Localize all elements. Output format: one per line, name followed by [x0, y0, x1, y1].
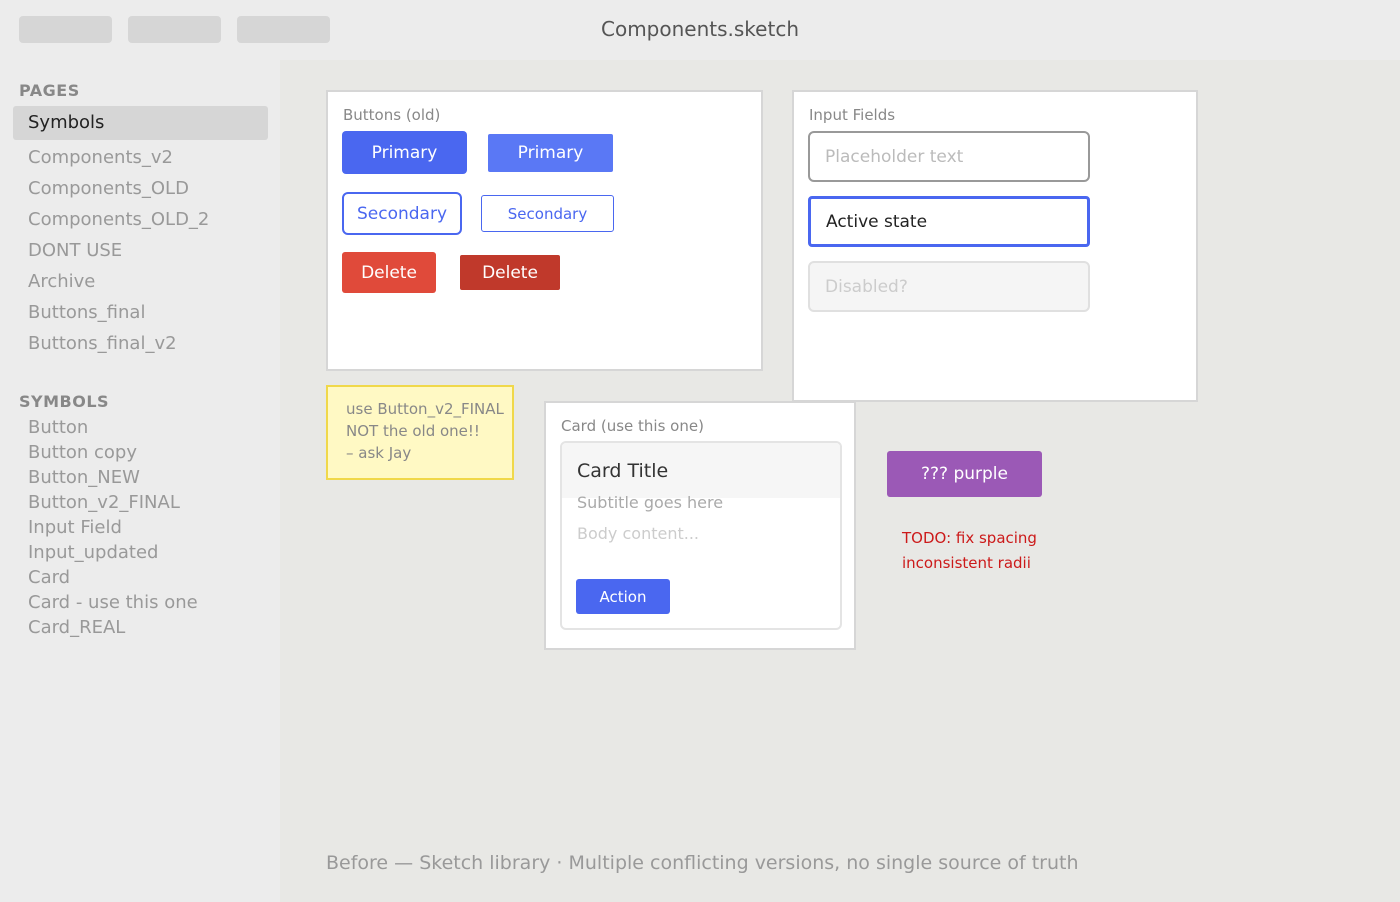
- sidebar-symbol-card[interactable]: Card: [28, 567, 70, 588]
- purple-button[interactable]: ??? purple: [887, 451, 1042, 497]
- artboard-input-fields[interactable]: Input Fields Placeholder text Active sta…: [792, 90, 1198, 402]
- active-input[interactable]: Active state: [808, 196, 1090, 247]
- sticky-note-line: NOT the old one!!: [346, 422, 480, 440]
- sidebar-symbol-card-use-this-one[interactable]: Card - use this one: [28, 592, 198, 613]
- artboard-card[interactable]: Card (use this one) Card Title Subtitle …: [544, 401, 856, 650]
- sidebar-symbol-button-copy[interactable]: Button copy: [28, 442, 137, 463]
- sticky-note-line: – ask Jay: [346, 444, 412, 462]
- sidebar-symbol-input-updated[interactable]: Input_updated: [28, 542, 158, 563]
- card-subtitle: Subtitle goes here: [577, 493, 724, 512]
- delete-button[interactable]: Delete: [342, 252, 436, 293]
- artboard-label: Buttons (old): [343, 106, 441, 124]
- window-title: Components.sketch: [601, 17, 799, 41]
- sidebar-symbol-button-new[interactable]: Button_NEW: [28, 467, 140, 488]
- sidebar-page-components-old-2[interactable]: Components_OLD_2: [28, 209, 209, 230]
- sidebar-symbol-button-v2-final[interactable]: Button_v2_FINAL: [28, 492, 180, 513]
- card: Card Title Subtitle goes here Body conte…: [560, 441, 842, 630]
- primary-button-variant[interactable]: Primary: [488, 134, 613, 172]
- sidebar-page-archive[interactable]: Archive: [28, 271, 95, 292]
- sticky-note-line: use Button_v2_FINAL: [346, 400, 504, 418]
- sidebar-page-buttons-final-v2[interactable]: Buttons_final_v2: [28, 333, 177, 354]
- title-bar: Components.sketch: [0, 0, 1400, 60]
- sidebar-symbol-button[interactable]: Button: [28, 417, 88, 438]
- secondary-button-variant[interactable]: Secondary: [481, 195, 614, 232]
- sidebar-page-dont-use[interactable]: DONT USE: [28, 240, 122, 261]
- symbols-heading: SYMBOLS: [19, 392, 110, 411]
- artboard-label: Card (use this one): [561, 417, 704, 435]
- sidebar-page-components-old[interactable]: Components_OLD: [28, 178, 189, 199]
- sidebar-page-components-v2[interactable]: Components_v2: [28, 147, 173, 168]
- todo-note-line: inconsistent radii: [902, 554, 1031, 572]
- secondary-button[interactable]: Secondary: [342, 192, 462, 235]
- sticky-note[interactable]: use Button_v2_FINAL NOT the old one!! – …: [326, 385, 514, 480]
- card-action-button[interactable]: Action: [576, 579, 670, 614]
- sidebar-symbol-card-real[interactable]: Card_REAL: [28, 617, 125, 638]
- sidebar-page-symbols[interactable]: Symbols: [13, 106, 268, 140]
- artboard-label: Input Fields: [809, 106, 896, 124]
- sidebar: PAGES Symbols Components_v2 Components_O…: [0, 60, 280, 902]
- card-body: Body content...: [577, 524, 699, 543]
- card-title: Card Title: [577, 460, 669, 482]
- artboard-buttons[interactable]: Buttons (old) Primary Primary Secondary …: [326, 90, 763, 371]
- pages-heading: PAGES: [19, 81, 80, 100]
- primary-button[interactable]: Primary: [342, 131, 467, 174]
- placeholder-input[interactable]: Placeholder text: [808, 131, 1090, 182]
- sidebar-symbol-input-field[interactable]: Input Field: [28, 517, 122, 538]
- canvas: Buttons (old) Primary Primary Secondary …: [280, 60, 1400, 902]
- caption: Before — Sketch library · Multiple confl…: [326, 852, 1079, 874]
- delete-button-variant[interactable]: Delete: [460, 255, 560, 290]
- todo-note-line: TODO: fix spacing: [902, 529, 1037, 547]
- disabled-input: Disabled?: [808, 261, 1090, 312]
- sidebar-page-buttons-final[interactable]: Buttons_final: [28, 302, 145, 323]
